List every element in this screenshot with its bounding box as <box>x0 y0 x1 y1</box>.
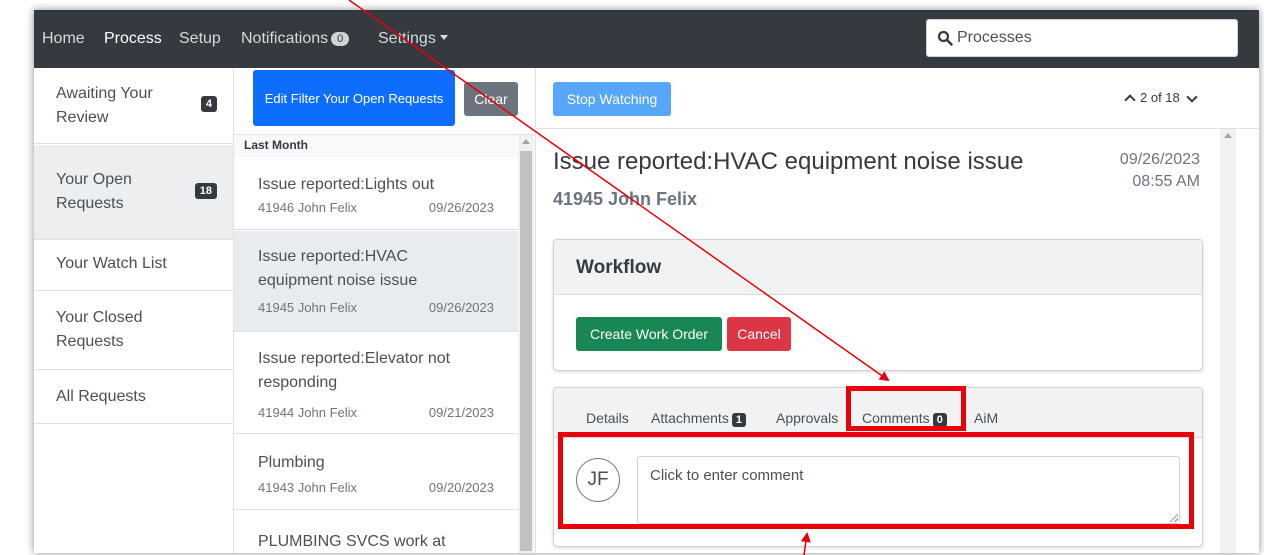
sidebar: Awaiting Your Review 4 Your Open Request… <box>34 68 234 553</box>
sidebar-item-label: All Requests <box>56 388 146 405</box>
list-item-requester: 41943 John Felix <box>258 480 358 495</box>
list-item-requester: 41945 John Felix <box>258 300 358 315</box>
list-item-requester: 41944 John Felix <box>258 405 358 420</box>
list-item-meta: 41946 John Felix 09/26/2023 <box>258 200 494 215</box>
tab-details[interactable]: Details <box>586 410 629 426</box>
nav-process[interactable]: Process <box>104 30 162 48</box>
count-badge: 4 <box>200 96 217 112</box>
cancel-button[interactable]: Cancel <box>727 317 791 351</box>
clear-filter-button[interactable]: Clear <box>464 82 518 116</box>
list-item-date: 09/26/2023 <box>428 200 494 215</box>
list-group-header: Last Month <box>234 135 518 157</box>
request-datetime: 09/26/2023 08:55 AM <box>1096 149 1200 193</box>
edit-filter-button[interactable]: Edit Filter Your Open Requests <box>253 70 455 126</box>
scroll-up-arrow-icon[interactable] <box>1224 133 1232 138</box>
request-date: 09/26/2023 <box>1119 151 1200 168</box>
sidebar-item-watch-list[interactable]: Your Watch List <box>34 241 233 291</box>
tab-approvals[interactable]: Approvals <box>776 410 838 426</box>
nav-settings-label: Settings <box>378 30 436 47</box>
list-item-date: 09/20/2023 <box>428 480 494 495</box>
list-item[interactable]: Issue reported:Elevator not responding 4… <box>234 333 518 434</box>
list-item-meta: 41945 John Felix 09/26/2023 <box>258 300 494 315</box>
stop-watching-button[interactable]: Stop Watching <box>553 82 671 116</box>
list-item-date: 09/26/2023 <box>428 300 494 315</box>
search-icon <box>937 30 953 46</box>
pager-label: 2 of 18 <box>1140 90 1180 105</box>
caret-down-icon <box>439 35 448 40</box>
nav-notifications[interactable]: Notifications 0 <box>241 30 350 48</box>
top-navbar: Home Process Setup Notifications 0 Settin… <box>34 10 1259 68</box>
sidebar-item-label: Your Closed Requests <box>56 309 143 350</box>
list-item-meta: 41943 John Felix 09/20/2023 <box>258 480 494 495</box>
list-item-title: Plumbing <box>258 454 325 471</box>
sidebar-item-open-requests[interactable]: Your Open Requests 18 <box>34 145 233 240</box>
chevron-up-icon[interactable] <box>1124 93 1136 106</box>
list-item-requester: 41946 John Felix <box>258 200 358 215</box>
comment-area-highlight-box <box>558 432 1194 529</box>
pager: 2 of 18 <box>1124 90 1198 106</box>
nav-home[interactable]: Home <box>42 30 85 48</box>
attachments-count-badge: 1 <box>731 413 746 427</box>
request-title: Issue reported:HVAC equipment noise issu… <box>553 148 1024 175</box>
scrollbar-thumb[interactable] <box>520 151 532 551</box>
nav-settings-dropdown[interactable]: Settings <box>378 30 448 48</box>
request-list: Last Month Issue reported:Lights out 419… <box>234 134 534 553</box>
scroll-up-arrow-icon[interactable] <box>522 139 530 144</box>
chevron-down-icon[interactable] <box>1186 90 1198 103</box>
nav-notifications-label: Notifications <box>241 30 329 47</box>
search-box <box>926 19 1238 57</box>
list-item-title: Issue reported:HVAC equipment noise issu… <box>258 248 418 289</box>
tab-aim[interactable]: AiM <box>974 410 998 426</box>
list-item-title: Issue reported:Elevator not responding <box>258 350 451 391</box>
list-item-title: PLUMBING SVCS work at <box>258 533 446 550</box>
tab-attachments[interactable]: Attachments 1 <box>651 410 746 427</box>
search-input[interactable] <box>957 21 1227 55</box>
sidebar-item-label: Awaiting Your Review <box>56 85 153 126</box>
list-item-meta: 41944 John Felix 09/21/2023 <box>258 405 494 420</box>
request-subtitle: 41945 John Felix <box>553 189 698 209</box>
notifications-count-badge: 0 <box>331 32 350 46</box>
tab-label: Attachments <box>651 410 729 426</box>
list-scrollbar[interactable] <box>518 135 534 553</box>
request-list-panel: Edit Filter Your Open Requests Clear Las… <box>234 68 534 553</box>
sidebar-item-label: Your Open Requests <box>56 171 132 212</box>
list-item[interactable]: Plumbing 41943 John Felix 09/20/2023 <box>234 435 518 510</box>
list-item[interactable]: Issue reported:Lights out 41946 John Fel… <box>234 157 518 230</box>
sidebar-item-closed-requests[interactable]: Your Closed Requests <box>34 292 233 370</box>
list-item[interactable]: Issue reported:HVAC equipment noise issu… <box>234 231 518 332</box>
workflow-heading: Workflow <box>554 240 1202 295</box>
list-item-date: 09/21/2023 <box>428 405 494 420</box>
list-item-title: Issue reported:Lights out <box>258 176 435 193</box>
workflow-card: Workflow Create Work Order Cancel <box>553 239 1203 371</box>
create-work-order-button[interactable]: Create Work Order <box>576 317 722 351</box>
sidebar-item-label: Your Watch List <box>56 255 167 272</box>
sidebar-item-awaiting-review[interactable]: Awaiting Your Review 4 <box>34 68 233 144</box>
sidebar-item-all-requests[interactable]: All Requests <box>34 371 233 424</box>
detail-scrollbar[interactable] <box>1220 129 1236 553</box>
nav-setup[interactable]: Setup <box>179 30 221 48</box>
comments-tab-highlight-box <box>846 386 966 431</box>
request-time: 08:55 AM <box>1132 173 1200 190</box>
count-badge: 18 <box>194 183 217 199</box>
list-item[interactable]: PLUMBING SVCS work at <box>234 511 518 553</box>
